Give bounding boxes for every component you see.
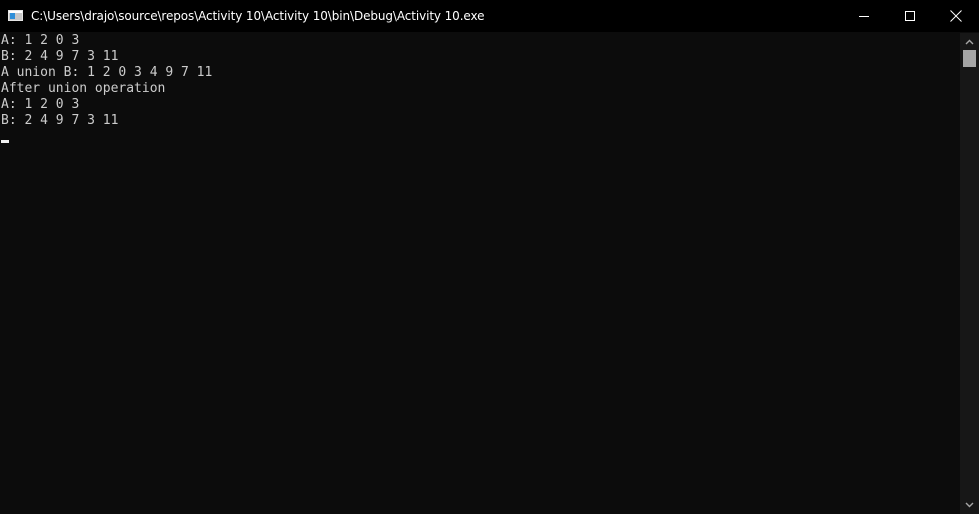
vertical-scrollbar[interactable]	[960, 33, 979, 514]
scroll-up-button[interactable]	[960, 34, 979, 50]
console-app-icon[interactable]	[8, 10, 23, 21]
console-line: After union operation	[1, 81, 166, 96]
console-line: A: 1 2 0 3	[1, 97, 80, 112]
console-output[interactable]: A: 1 2 0 3 B: 2 4 9 7 3 11 A union B: 1 …	[0, 33, 960, 514]
text-cursor	[1, 140, 9, 143]
console-line: B: 2 4 9 7 3 11	[1, 113, 119, 128]
chevron-up-icon	[965, 39, 974, 45]
maximize-icon	[905, 11, 915, 21]
close-button[interactable]	[933, 0, 979, 32]
console-line: B: 2 4 9 7 3 11	[1, 49, 119, 64]
console-line: A: 1 2 0 3	[1, 33, 80, 48]
maximize-button[interactable]	[887, 0, 933, 32]
minimize-icon	[859, 16, 869, 17]
title-bar[interactable]: C:\Users\drajo\source\repos\Activity 10\…	[0, 0, 979, 32]
scroll-thumb[interactable]	[963, 50, 976, 67]
window-title: C:\Users\drajo\source\repos\Activity 10\…	[31, 9, 485, 23]
console-line: A union B: 1 2 0 3 4 9 7 11	[1, 65, 213, 80]
minimize-button[interactable]	[841, 0, 887, 32]
close-icon	[950, 10, 962, 22]
scroll-down-button[interactable]	[960, 497, 979, 513]
chevron-down-icon	[965, 502, 974, 508]
console-window: C:\Users\drajo\source\repos\Activity 10\…	[0, 0, 979, 514]
